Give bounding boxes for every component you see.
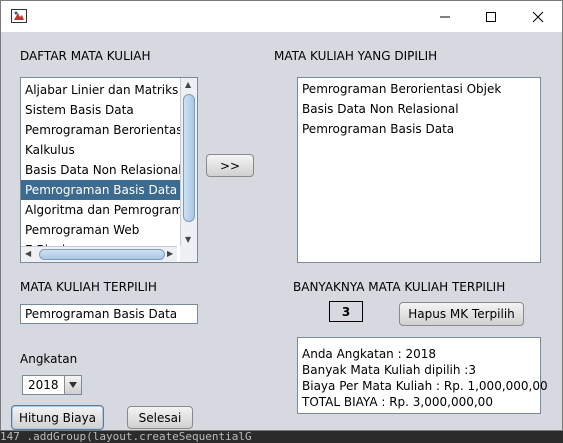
scroll-up-arrow-icon[interactable]: ▲ (185, 81, 191, 89)
calculate-cost-button[interactable]: Hitung Biaya (11, 405, 104, 430)
selected-course-item[interactable]: Basis Data Non Relasional (298, 99, 540, 119)
course-list-vertical-scrollbar[interactable]: ▲ ▼ (180, 78, 197, 250)
output-line: TOTAL BIAYA : Rp. 3,000,000,00 (302, 395, 493, 409)
ide-code-strip: 147 .addGroup(layout.createSequentialG (0, 431, 563, 443)
maximize-icon (486, 11, 496, 22)
course-list-heading: DAFTAR MATA KULIAH (20, 49, 151, 63)
scroll-right-arrow-icon[interactable]: ▶ (167, 250, 173, 258)
app-window: DAFTAR MATA KULIAH MATA KULIAH YANG DIPI… (0, 0, 563, 431)
scrollbar-corner (180, 246, 197, 262)
scroll-left-arrow-icon[interactable]: ◀ (25, 250, 31, 258)
course-list-item[interactable]: Pemrograman Web (21, 220, 197, 240)
title-bar (1, 1, 562, 32)
course-list-item[interactable]: Sistem Basis Data (21, 100, 197, 120)
course-list[interactable]: Aljabar Linier dan Matriks Sistem Basis D… (20, 77, 198, 263)
course-count-label: BANYAKNYA MATA KULIAH TERPILIH (293, 280, 506, 294)
output-line: Banyak Mata Kuliah dipilih :3 (302, 363, 476, 377)
angkatan-label: Angkatan (20, 352, 78, 366)
cost-summary-output: Anda Angkatan : 2018 Banyak Mata Kuliah d… (297, 337, 548, 414)
output-line: Biaya Per Mata Kuliah : Rp. 1,000,000,00 (302, 379, 548, 393)
course-list-horizontal-scrollbar[interactable]: ◀ ▶ (21, 246, 177, 262)
course-list-item[interactable]: Algoritma dan Pemrograma (21, 200, 197, 220)
vertical-scroll-thumb[interactable] (183, 94, 195, 222)
selected-course-list[interactable]: Pemrograman Berorientasi Objek Basis Data… (297, 77, 541, 263)
selected-course-field[interactable]: Pemrograman Basis Data (20, 304, 198, 324)
finish-button[interactable]: Selesai (127, 406, 193, 429)
angkatan-select[interactable]: 2018 (22, 375, 82, 395)
move-to-selected-button[interactable]: >> (206, 154, 254, 177)
course-count-value: 3 (329, 301, 363, 322)
java-app-icon (11, 9, 27, 23)
minimize-icon (440, 16, 450, 17)
selected-course-item[interactable]: Pemrograman Berorientasi Objek (298, 79, 540, 99)
close-button[interactable] (515, 1, 561, 32)
horizontal-scroll-thumb[interactable] (39, 249, 165, 260)
scroll-down-arrow-icon[interactable]: ▼ (185, 236, 191, 244)
angkatan-select-value: 2018 (28, 378, 59, 392)
minimize-button[interactable] (422, 1, 468, 32)
close-icon (532, 11, 544, 22)
maximize-button[interactable] (468, 1, 514, 32)
chevron-down-icon (69, 382, 77, 388)
clear-selected-button[interactable]: Hapus MK Terpilih (399, 302, 524, 326)
dropdown-arrow-button[interactable] (64, 376, 81, 394)
course-list-item[interactable]: Pemrograman Berorientasi (21, 120, 197, 140)
selected-list-heading: MATA KULIAH YANG DIPILIH (274, 49, 438, 63)
course-list-item[interactable]: Aljabar Linier dan Matriks (21, 80, 197, 100)
selected-course-item[interactable]: Pemrograman Basis Data (298, 119, 540, 139)
selected-course-label: MATA KULIAH TERPILIH (20, 280, 157, 294)
output-line: Anda Angkatan : 2018 (302, 347, 436, 361)
course-list-item[interactable]: Kalkulus (21, 140, 197, 160)
course-list-item[interactable]: Basis Data Non Relasional (21, 160, 197, 180)
course-list-item[interactable]: Pemrograman Basis Data (21, 180, 197, 200)
